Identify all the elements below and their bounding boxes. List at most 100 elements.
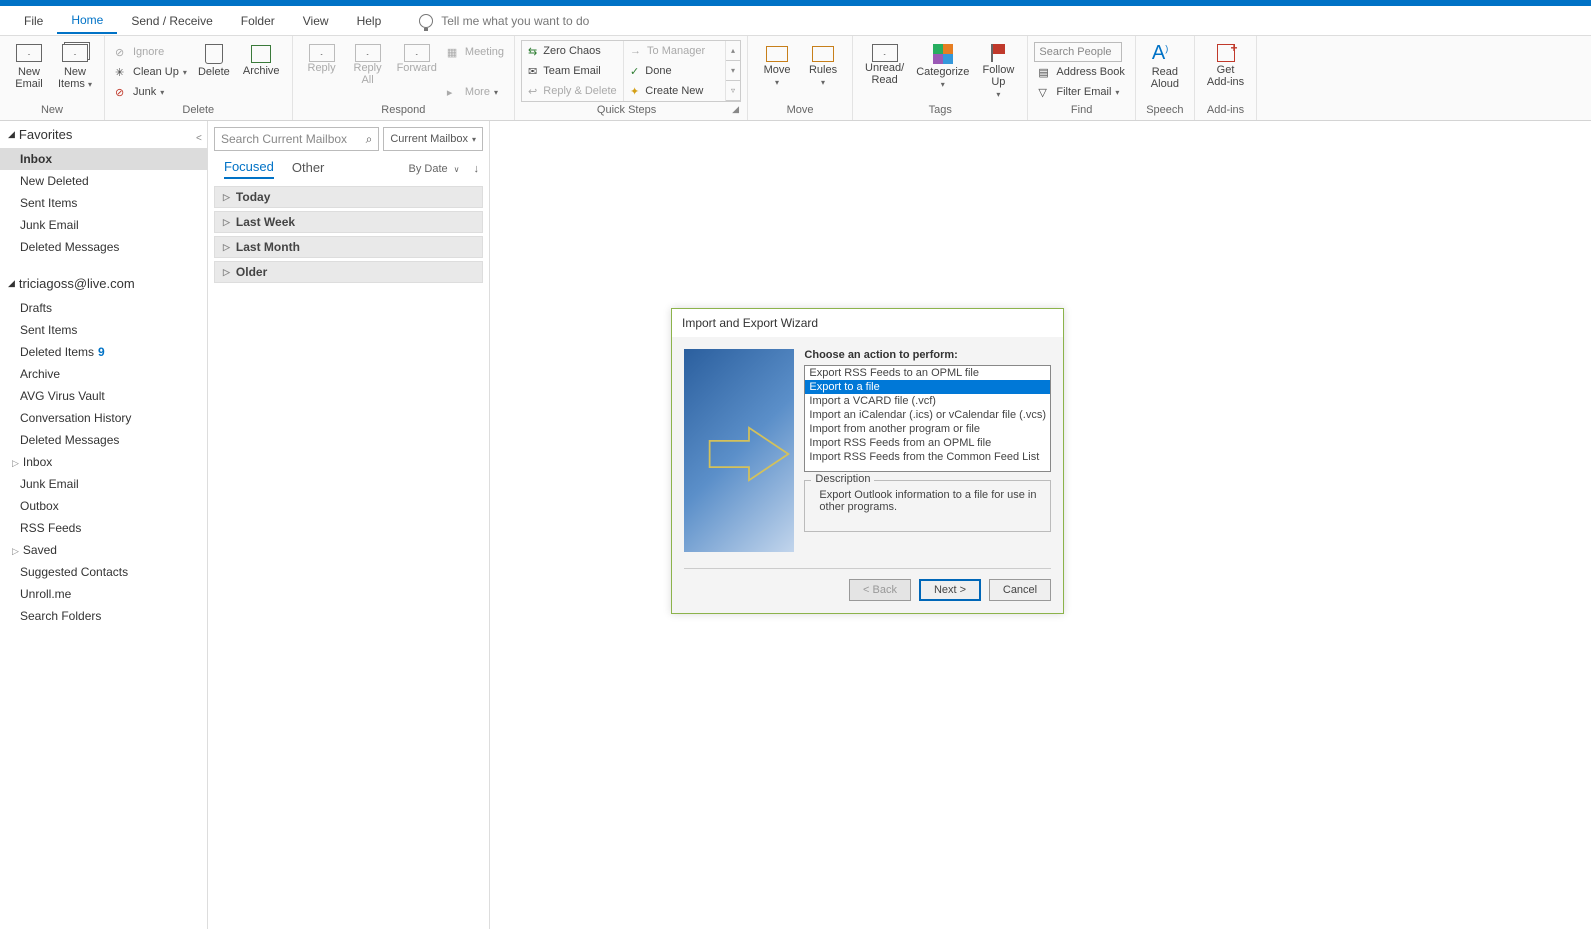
unread-read-button[interactable]: Unread/ Read bbox=[859, 40, 910, 88]
meeting-button[interactable]: ▦Meeting bbox=[443, 42, 508, 62]
junk-button[interactable]: ⊘Junk▾ bbox=[111, 82, 191, 102]
focused-tab[interactable]: Focused bbox=[224, 159, 274, 179]
action-option[interactable]: Import from another program or file bbox=[805, 422, 1050, 436]
unread-icon bbox=[872, 44, 898, 62]
folder-move-icon: ⇆ bbox=[528, 45, 537, 58]
forward-button[interactable]: Forward bbox=[391, 40, 443, 76]
folder-suggested-contacts[interactable]: Suggested Contacts bbox=[0, 561, 207, 583]
folder-drafts[interactable]: Drafts bbox=[0, 297, 207, 319]
action-option[interactable]: Export RSS Feeds to an OPML file bbox=[805, 366, 1050, 380]
folder-search-folders[interactable]: Search Folders bbox=[0, 605, 207, 627]
group-delete: ⊘Ignore ✳Clean Up▾ ⊘Junk▾ Delete Archive… bbox=[105, 36, 293, 120]
wizard-graphic bbox=[684, 349, 794, 552]
new-items-button[interactable]: New Items ▾ bbox=[52, 40, 98, 93]
fav-item-junk-email[interactable]: Junk Email bbox=[0, 214, 207, 236]
forward-icon bbox=[404, 44, 430, 62]
cleanup-button[interactable]: ✳Clean Up▾ bbox=[111, 62, 191, 82]
favorites-header[interactable]: ◢Favorites bbox=[0, 121, 207, 148]
tab-folder[interactable]: Folder bbox=[227, 9, 289, 33]
folder-conversation-history[interactable]: Conversation History bbox=[0, 407, 207, 429]
qs-to-manager[interactable]: →To Manager bbox=[624, 41, 725, 61]
folder-unroll.me[interactable]: Unroll.me bbox=[0, 583, 207, 605]
action-listbox[interactable]: Export RSS Feeds to an OPML fileExport t… bbox=[804, 365, 1051, 472]
fav-item-sent-items[interactable]: Sent Items bbox=[0, 192, 207, 214]
reply-all-button[interactable]: Reply All bbox=[345, 40, 391, 88]
reply-icon bbox=[309, 44, 335, 62]
folder-saved[interactable]: ▷Saved bbox=[0, 539, 207, 561]
qs-zero-chaos[interactable]: ⇆Zero Chaos bbox=[522, 41, 623, 61]
folder-outbox[interactable]: Outbox bbox=[0, 495, 207, 517]
qs-team-email[interactable]: ✉Team Email bbox=[522, 61, 623, 81]
move-button[interactable]: Move▾ bbox=[754, 40, 800, 91]
follow-up-button[interactable]: Follow Up▾ bbox=[975, 40, 1021, 103]
folder-deleted-items[interactable]: Deleted Items9 bbox=[0, 341, 207, 363]
fav-item-deleted-messages[interactable]: Deleted Messages bbox=[0, 236, 207, 258]
qs-create-new[interactable]: ✦Create New bbox=[624, 81, 725, 101]
more-respond-button[interactable]: ▸More▾ bbox=[443, 82, 508, 102]
search-scope-dropdown[interactable]: Current Mailbox▾ bbox=[383, 127, 483, 151]
date-group-today[interactable]: ▷Today bbox=[214, 186, 483, 208]
tell-me-label: Tell me what you want to do bbox=[441, 14, 589, 28]
check-icon: ✓ bbox=[630, 65, 639, 78]
action-option[interactable]: Import RSS Feeds from an OPML file bbox=[805, 436, 1050, 450]
back-button: < Back bbox=[849, 579, 911, 601]
folder-avg-virus-vault[interactable]: AVG Virus Vault bbox=[0, 385, 207, 407]
sort-direction-button[interactable]: ↓ bbox=[474, 163, 480, 175]
folder-archive[interactable]: Archive bbox=[0, 363, 207, 385]
delete-button[interactable]: Delete bbox=[191, 40, 237, 80]
qs-reply-delete[interactable]: ↩Reply & Delete bbox=[522, 81, 623, 101]
action-option[interactable]: Import RSS Feeds from the Common Feed Li… bbox=[805, 450, 1050, 464]
collapse-nav-button[interactable]: < bbox=[196, 133, 202, 144]
folder-sent-items[interactable]: Sent Items bbox=[0, 319, 207, 341]
new-email-button[interactable]: New Email bbox=[6, 40, 52, 92]
folder-junk-email[interactable]: Junk Email bbox=[0, 473, 207, 495]
tab-help[interactable]: Help bbox=[343, 9, 396, 33]
ignore-button[interactable]: ⊘Ignore bbox=[111, 42, 191, 62]
date-group-older[interactable]: ▷Older bbox=[214, 261, 483, 283]
folder-inbox[interactable]: ▷Inbox bbox=[0, 451, 207, 473]
categorize-button[interactable]: Categorize▾ bbox=[910, 40, 975, 93]
address-book-button[interactable]: ▤Address Book bbox=[1034, 62, 1128, 82]
qs-scroll[interactable]: ▴▾▿ bbox=[726, 41, 740, 101]
quick-steps-gallery[interactable]: ⇆Zero Chaos ✉Team Email ↩Reply & Delete … bbox=[521, 40, 741, 102]
sort-by-dropdown[interactable]: By Date∨↓ bbox=[409, 163, 480, 175]
folder-rss-feeds[interactable]: RSS Feeds bbox=[0, 517, 207, 539]
fav-item-inbox[interactable]: Inbox bbox=[0, 148, 207, 170]
read-aloud-icon: A) bbox=[1152, 42, 1178, 64]
folder-deleted-messages[interactable]: Deleted Messages bbox=[0, 429, 207, 451]
next-button[interactable]: Next > bbox=[919, 579, 981, 601]
action-option[interactable]: Import an iCalendar (.ics) or vCalendar … bbox=[805, 408, 1050, 422]
action-option[interactable]: Export to a file bbox=[805, 380, 1050, 394]
mail-icon bbox=[16, 44, 42, 62]
rules-button[interactable]: Rules▾ bbox=[800, 40, 846, 91]
tab-send-receive[interactable]: Send / Receive bbox=[117, 9, 226, 33]
reply-button[interactable]: Reply bbox=[299, 40, 345, 76]
qs-done[interactable]: ✓Done bbox=[624, 61, 725, 81]
message-list-pane: Search Current Mailbox⌕ Current Mailbox▾… bbox=[208, 121, 490, 929]
tab-file[interactable]: File bbox=[10, 9, 57, 33]
tell-me-search[interactable]: Tell me what you want to do bbox=[395, 14, 589, 28]
dialog-title: Import and Export Wizard bbox=[672, 309, 1063, 337]
account-header[interactable]: ◢triciagoss@live.com bbox=[0, 270, 207, 297]
cancel-button[interactable]: Cancel bbox=[989, 579, 1051, 601]
archive-button[interactable]: Archive bbox=[237, 40, 286, 79]
group-new: New Email New Items ▾ New bbox=[0, 36, 105, 120]
read-aloud-button[interactable]: A)Read Aloud bbox=[1142, 40, 1188, 92]
search-people-input[interactable]: Search People bbox=[1034, 42, 1122, 62]
tab-home[interactable]: Home bbox=[57, 8, 117, 34]
group-tags: Unread/ Read Categorize▾ Follow Up▾ Tags bbox=[853, 36, 1028, 120]
get-addins-button[interactable]: +Get Add-ins bbox=[1201, 40, 1250, 90]
date-group-last-week[interactable]: ▷Last Week bbox=[214, 211, 483, 233]
fav-item-new-deleted[interactable]: New Deleted bbox=[0, 170, 207, 192]
other-tab[interactable]: Other bbox=[292, 160, 325, 178]
tab-view[interactable]: View bbox=[289, 9, 343, 33]
qs-dialog-launcher[interactable]: ◢ bbox=[732, 104, 741, 115]
filter-email-button[interactable]: ▽Filter Email▾ bbox=[1034, 82, 1128, 102]
import-export-wizard-dialog: Import and Export Wizard Choose an actio… bbox=[671, 308, 1064, 614]
search-mailbox-input[interactable]: Search Current Mailbox⌕ bbox=[214, 127, 379, 151]
action-option[interactable]: Import a VCARD file (.vcf) bbox=[805, 394, 1050, 408]
junk-icon: ⊘ bbox=[115, 86, 129, 98]
date-group-last-month[interactable]: ▷Last Month bbox=[214, 236, 483, 258]
group-addins: +Get Add-ins Add-ins bbox=[1195, 36, 1257, 120]
group-speech: A)Read Aloud Speech bbox=[1136, 36, 1195, 120]
